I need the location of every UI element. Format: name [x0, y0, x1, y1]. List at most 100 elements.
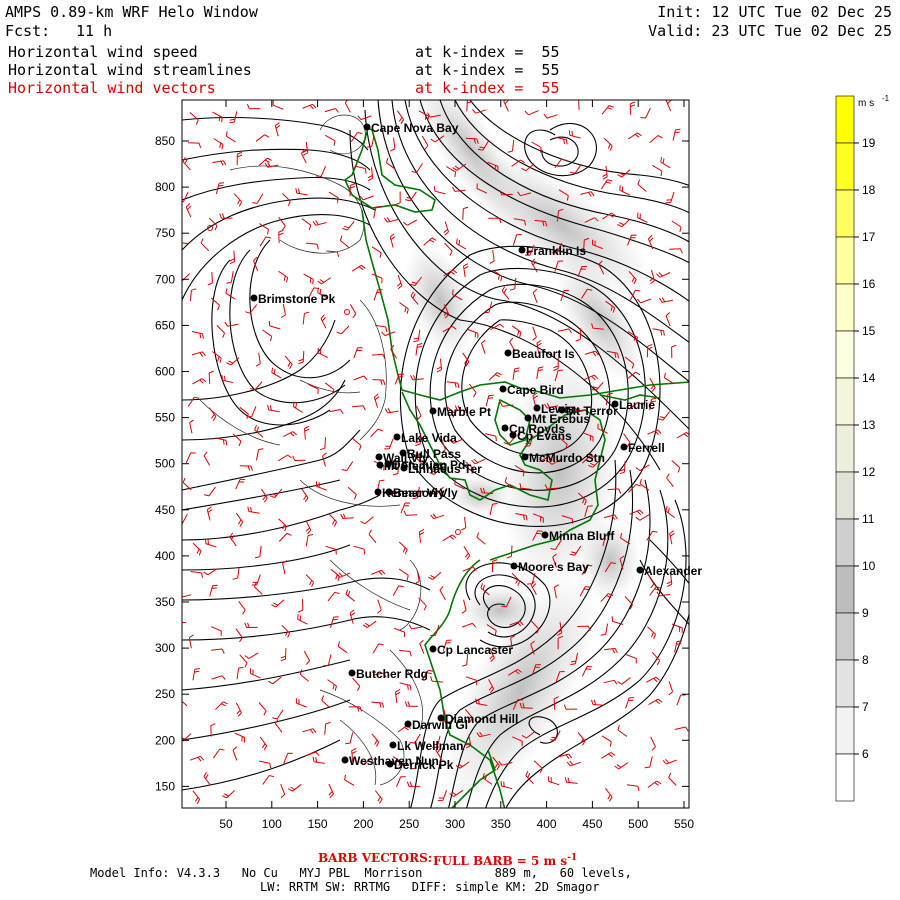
place-dot [501, 424, 509, 432]
colorbar-label: 8 [862, 653, 869, 667]
place-dot [620, 443, 628, 451]
colorbar-label: 18 [862, 183, 876, 197]
place-dot [429, 407, 437, 415]
place-label: Mt Erebus [532, 412, 590, 426]
y-tick-label: 800 [155, 180, 175, 194]
place-dot [348, 669, 356, 677]
colorbar-swatch [835, 236, 855, 285]
colorbar-swatch [835, 95, 855, 144]
colorbar-swatch [835, 659, 855, 708]
place-label: Ferrell [628, 441, 665, 455]
place-dot [541, 531, 549, 539]
colorbar-label: 9 [862, 606, 869, 620]
place-label: Cp Lancaster [437, 643, 513, 657]
place-label: Brimstone Pk [258, 292, 336, 306]
colorbar-label: 19 [862, 136, 876, 150]
colorbar-swatch [835, 471, 855, 520]
colorbar-swatch [835, 706, 855, 755]
place-dot [518, 246, 526, 254]
place-label: Beaufort Is [512, 347, 575, 361]
colorbar-swatch [835, 142, 855, 191]
place-dot [386, 760, 394, 768]
y-tick-label: 500 [155, 457, 175, 471]
place-dot [389, 741, 397, 749]
y-tick-label: 250 [155, 687, 175, 701]
x-tick-label: 550 [674, 817, 694, 831]
y-tick-label: 850 [155, 134, 175, 148]
y-tick-label: 600 [155, 365, 175, 379]
place-label: Marble Pt [437, 405, 491, 419]
y-tick-label: 150 [155, 779, 175, 793]
colorbar-unit-exp: -1 [882, 94, 890, 103]
place-dot [404, 720, 412, 728]
place-dot [376, 461, 384, 469]
place-dot [393, 433, 401, 441]
place-label: Laurie [619, 398, 655, 412]
place-label: Moore's Bay [518, 560, 589, 574]
colorbar-swatch [835, 424, 855, 473]
colorbar-label: 16 [862, 277, 876, 291]
x-tick-label: 500 [628, 817, 648, 831]
y-tick-label: 450 [155, 503, 175, 517]
barb-legend-exp: -1 [567, 853, 578, 863]
colorbar-label: 14 [862, 371, 876, 385]
place-dot [374, 488, 382, 496]
place-dot [399, 449, 407, 457]
x-tick-label: 150 [308, 817, 328, 831]
colorbar: 19 18 17 16 15 14 13 12 11 10 9 8 7 6 m s -1 [835, 94, 890, 802]
place-label: Alexander [644, 564, 702, 578]
colorbar-label: 17 [862, 230, 876, 244]
place-dot [521, 453, 529, 461]
place-dot [524, 414, 532, 422]
place-label: Derrick Pk [394, 758, 454, 772]
y-tick-label: 650 [155, 318, 175, 332]
x-tick-label: 450 [582, 817, 602, 831]
colorbar-swatch [835, 612, 855, 661]
place-label: Lk Wellman [397, 739, 463, 753]
colorbar-label: 12 [862, 465, 876, 479]
place-label: Minna Bluff [549, 529, 615, 543]
barb-legend-label: BARB VECTORS: [318, 851, 433, 865]
model-info-line-1: Model Info: V4.3.3 No Cu MYJ PBL Morriso… [90, 866, 632, 880]
colorbar-swatch [835, 565, 855, 614]
place-dot [533, 404, 541, 412]
place-dot [509, 431, 517, 439]
x-tick-label: 400 [537, 817, 557, 831]
x-tick-label: 300 [445, 817, 465, 831]
place-dot [636, 566, 644, 574]
place-label: Lake Vida [401, 431, 457, 445]
place-dot [504, 349, 512, 357]
y-tick-label: 200 [155, 733, 175, 747]
colorbar-swatch [835, 330, 855, 379]
colorbar-swatch [835, 753, 855, 802]
x-tick-label: 200 [353, 817, 373, 831]
place-label: McMurdo Stn [529, 451, 605, 465]
colorbar-unit: m s [858, 98, 874, 109]
model-info-line-2: LW: RRTM SW: RRTMG DIFF: simple KM: 2D S… [260, 880, 600, 894]
place-dot [499, 385, 507, 393]
wind-map: 50 100 150 200 250 300 350 400 450 500 55085080075… [155, 94, 890, 831]
x-tick-label: 250 [399, 817, 419, 831]
place-label: Butcher Rdg [356, 667, 428, 681]
place-dot [250, 294, 258, 302]
x-tick-label: 100 [262, 817, 282, 831]
colorbar-swatch [835, 283, 855, 332]
place-label: Franklin Is [526, 244, 586, 258]
place-label: Cp Evans [517, 429, 572, 443]
place-label: Diamond Hill [445, 712, 518, 726]
colorbar-label: 10 [862, 559, 876, 573]
colorbar-label: 6 [862, 747, 869, 761]
y-tick-label: 400 [155, 549, 175, 563]
place-label: Mt Fleming [384, 459, 447, 473]
place-dot [341, 756, 349, 764]
colorbar-label: 15 [862, 324, 876, 338]
y-tick-label: 750 [155, 226, 175, 240]
place-dot [363, 123, 371, 131]
y-tick-label: 300 [155, 641, 175, 655]
colorbar-label: 7 [862, 700, 869, 714]
place-dot [437, 714, 445, 722]
place-dot [611, 400, 619, 408]
y-tick-label: 350 [155, 595, 175, 609]
x-tick-label: 350 [491, 817, 511, 831]
place-label: Cape Bird [507, 383, 564, 397]
